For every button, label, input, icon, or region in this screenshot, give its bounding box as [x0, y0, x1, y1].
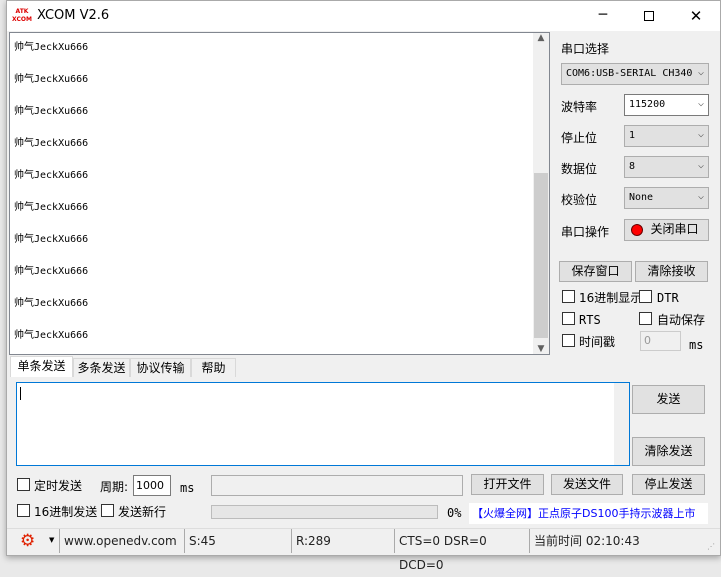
scrollbar-thumb[interactable]: [534, 173, 548, 338]
send-file-button[interactable]: 发送文件: [551, 474, 623, 495]
scroll-up-icon[interactable]: ▲: [533, 33, 549, 43]
send-input-scrollbar[interactable]: [614, 383, 629, 465]
stop-value: 1: [629, 130, 636, 141]
rts-label: RTS: [579, 313, 601, 327]
timed-send-label: 定时发送: [34, 479, 83, 493]
clear-receive-button[interactable]: 清除接收: [635, 261, 708, 282]
chevron-down-icon: ⌵: [697, 160, 704, 171]
xcom-window: ATK XCOM XCOM V2.6 ─ ✕ 帅气JeckXu666 帅气JeckX…: [6, 0, 721, 572]
parity-select[interactable]: None ⌵: [624, 187, 709, 209]
maximize-button[interactable]: [626, 1, 672, 31]
receive-line: 帅气JeckXu666: [14, 298, 89, 309]
data-bits-select[interactable]: 8 ⌵: [624, 156, 709, 178]
hex-send-label: 16进制发送: [34, 505, 98, 519]
stop-bits-label: 停止位: [561, 131, 598, 145]
hex-display-label: 16进制显示: [579, 291, 643, 305]
rts-checkbox[interactable]: [562, 312, 575, 325]
title-bar: ATK XCOM XCOM V2.6 ─ ✕: [7, 1, 720, 31]
close-port-label: 关闭串口: [650, 222, 699, 236]
parity-label: 校验位: [561, 193, 598, 207]
receive-scrollbar[interactable]: ▲ ▼: [533, 33, 549, 354]
port-value: COM6:USB-SERIAL CH340: [566, 68, 693, 79]
website-link[interactable]: www.openedv.com: [59, 529, 181, 553]
chevron-down-icon: ⌵: [697, 98, 704, 109]
close-port-button[interactable]: 关闭串口: [624, 219, 709, 241]
progress-label: 0%: [447, 506, 462, 520]
port-select-label: 串口选择: [561, 42, 610, 56]
parity-value: None: [629, 192, 654, 203]
receive-line: 帅气JeckXu666: [14, 234, 89, 245]
timed-send-checkbox[interactable]: [17, 478, 30, 491]
receive-line: 帅气JeckXu666: [14, 106, 89, 117]
settings-gear-icon[interactable]: ⚙: [20, 531, 35, 551]
timestamp-input[interactable]: 0: [640, 331, 681, 351]
dtr-label: DTR: [657, 291, 679, 305]
receive-line: 帅气JeckXu666: [14, 42, 89, 53]
resize-grip-icon[interactable]: ⋰: [707, 542, 715, 551]
port-op-label: 串口操作: [561, 225, 610, 239]
send-input[interactable]: [16, 382, 630, 466]
chevron-down-icon: ⌵: [697, 129, 704, 140]
ad-link[interactable]: 【火爆全网】正点原子DS100手持示波器上市: [469, 503, 708, 524]
hex-send-checkbox[interactable]: [17, 504, 30, 517]
hex-display-checkbox[interactable]: [562, 290, 575, 303]
timestamp-ms-label: ms: [689, 338, 704, 352]
auto-save-checkbox[interactable]: [639, 312, 652, 325]
receive-line: 帅气JeckXu666: [14, 266, 89, 277]
file-path-input[interactable]: [211, 475, 463, 496]
send-progress-bar: [211, 505, 438, 519]
receive-line: 帅气JeckXu666: [14, 170, 89, 181]
dtr-checkbox[interactable]: [639, 290, 652, 303]
scroll-down-icon[interactable]: ▼: [533, 344, 549, 354]
status-led-icon: [631, 224, 643, 236]
save-window-button[interactable]: 保存窗口: [559, 261, 632, 282]
clear-send-button[interactable]: 清除发送: [632, 437, 705, 466]
window-title: XCOM V2.6: [37, 8, 110, 23]
period-label: 周期:: [100, 480, 129, 494]
stop-send-button[interactable]: 停止发送: [632, 474, 705, 495]
receive-line: 帅气JeckXu666: [14, 74, 89, 85]
chevron-down-icon: ⌵: [697, 191, 704, 202]
auto-save-label: 自动保存: [657, 313, 706, 327]
data-bits-label: 数据位: [561, 162, 598, 176]
receive-line: 帅气JeckXu666: [14, 330, 89, 341]
stop-bits-select[interactable]: 1 ⌵: [624, 125, 709, 147]
port-select[interactable]: COM6:USB-SERIAL CH340 ⌵: [561, 63, 709, 85]
receive-line: 帅气JeckXu666: [14, 202, 89, 213]
open-file-button[interactable]: 打开文件: [471, 474, 544, 495]
period-ms-label: ms: [180, 481, 195, 495]
timestamp-label: 时间戳: [579, 335, 616, 349]
timestamp-checkbox[interactable]: [562, 334, 575, 347]
line-status: CTS=0 DSR=0 DCD=0: [394, 529, 529, 572]
tab-1[interactable]: 多条发送: [73, 358, 130, 378]
dropdown-arrow-icon[interactable]: ▼: [49, 536, 54, 544]
period-input[interactable]: 1000: [133, 475, 171, 496]
send-newline-checkbox[interactable]: [101, 504, 114, 517]
tab-0[interactable]: 单条发送: [10, 356, 73, 378]
receive-line: 帅气JeckXu666: [14, 138, 89, 149]
minimize-button[interactable]: ─: [580, 1, 626, 31]
receive-area[interactable]: 帅气JeckXu666 帅气JeckXu666 帅气JeckXu666 帅气JeckX…: [9, 32, 550, 355]
text-cursor: [20, 387, 21, 400]
send-newline-label: 发送新行: [118, 505, 167, 519]
current-time: 当前时间 02:10:43: [529, 529, 699, 553]
send-button[interactable]: 发送: [632, 385, 705, 414]
chevron-down-icon: ⌵: [695, 67, 704, 78]
baud-select[interactable]: 115200 ⌵: [624, 94, 709, 116]
baud-label: 波特率: [561, 100, 598, 114]
app-logo-icon: ATK XCOM: [12, 8, 32, 23]
close-button[interactable]: ✕: [672, 1, 720, 31]
sent-count: S:45: [184, 529, 291, 553]
data-value: 8: [629, 161, 636, 172]
tab-3[interactable]: 帮助: [191, 358, 236, 378]
received-count: R:289: [291, 529, 394, 553]
baud-value: 115200: [629, 99, 666, 110]
tab-2[interactable]: 协议传输: [130, 358, 191, 378]
